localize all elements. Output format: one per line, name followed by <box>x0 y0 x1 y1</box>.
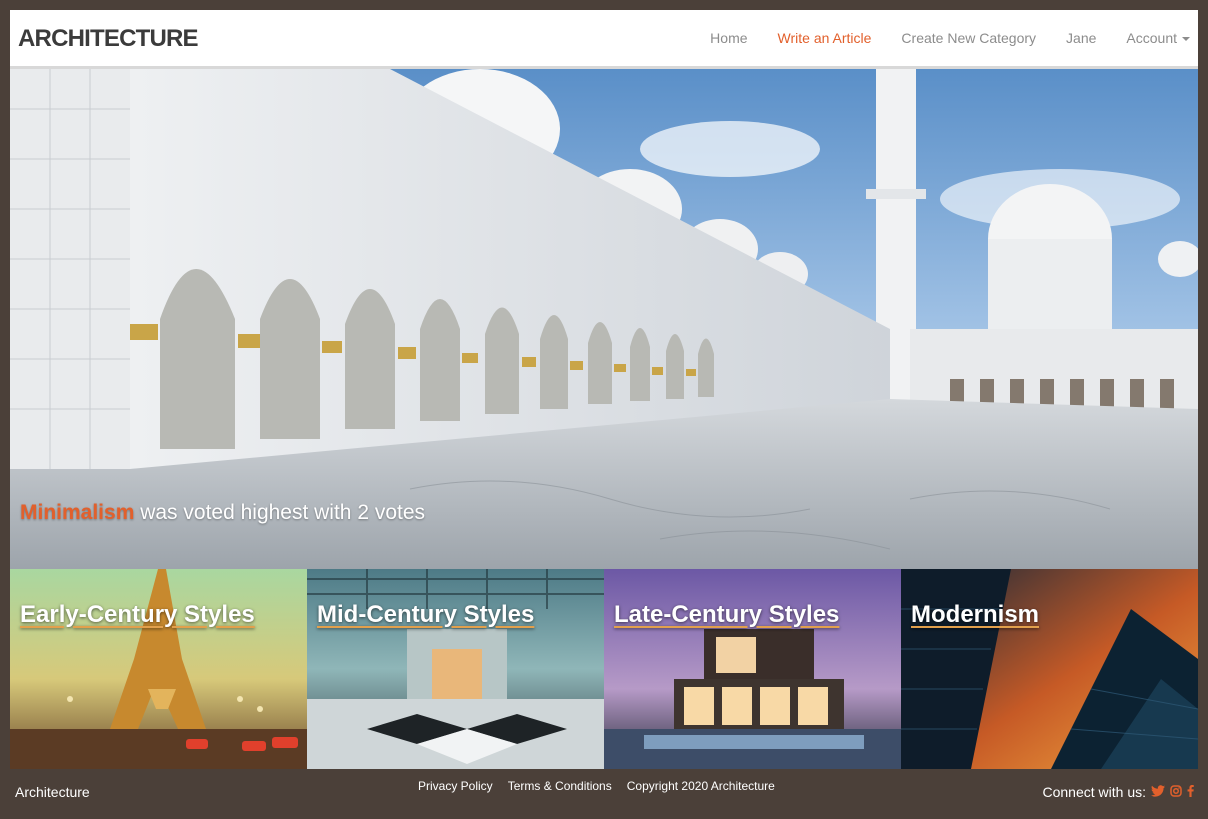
footer: Architecture Privacy Policy Terms & Cond… <box>0 769 1208 819</box>
nav-write-article-link[interactable]: Write an Article <box>778 30 872 46</box>
category-card-mid-century[interactable]: Mid-Century Styles <box>307 569 604 769</box>
nav-create-category-link[interactable]: Create New Category <box>901 30 1036 46</box>
nav-account-label: Account <box>1126 30 1177 46</box>
winning-category[interactable]: Minimalism <box>20 501 134 524</box>
hero-banner: Minimalism was voted highest with 2 vote… <box>10 69 1198 569</box>
category-title[interactable]: Late-Century Styles <box>614 601 839 629</box>
brand-logo[interactable]: ARCHITECTURE <box>18 10 199 68</box>
eiffel-tower-image <box>10 569 307 769</box>
twitter-icon[interactable] <box>1151 784 1165 800</box>
modern-house-image <box>604 569 901 769</box>
category-card-modernism[interactable]: Modernism <box>901 569 1198 769</box>
atrium-image <box>307 569 604 769</box>
hero-caption: Minimalism was voted highest with 2 vote… <box>20 501 425 525</box>
connect-label: Connect with us: <box>1042 784 1147 800</box>
facebook-icon[interactable] <box>1187 784 1194 800</box>
category-cards: Early-Century Styles Mid-Century Styles … <box>10 569 1198 769</box>
skyscrapers-image <box>901 569 1198 769</box>
nav-home-link[interactable]: Home <box>710 30 747 46</box>
navbar: ARCHITECTURE Home Write an Article Creat… <box>10 10 1198 69</box>
footer-brand[interactable]: Architecture <box>15 784 90 800</box>
nav-user-link[interactable]: Jane <box>1066 30 1096 46</box>
category-title[interactable]: Early-Century Styles <box>20 601 255 629</box>
caret-down-icon <box>1182 37 1190 42</box>
nav-links: Home Write an Article Create New Categor… <box>680 10 1190 66</box>
nav-account-dropdown[interactable]: Account <box>1126 30 1190 46</box>
privacy-policy-link[interactable]: Privacy Policy <box>418 779 493 793</box>
category-card-early-century[interactable]: Early-Century Styles <box>10 569 307 769</box>
terms-conditions-link[interactable]: Terms & Conditions <box>508 779 612 793</box>
hero-caption-text: was voted highest with 2 votes <box>134 501 426 524</box>
instagram-icon[interactable] <box>1170 784 1182 800</box>
hero-image <box>10 69 1198 569</box>
social-links: Connect with us: <box>1043 784 1195 800</box>
category-title[interactable]: Modernism <box>911 601 1039 629</box>
category-title[interactable]: Mid-Century Styles <box>317 601 534 629</box>
footer-links: Privacy Policy Terms & Conditions Copyri… <box>418 779 775 793</box>
category-card-late-century[interactable]: Late-Century Styles <box>604 569 901 769</box>
copyright-text: Copyright 2020 Architecture <box>626 779 775 793</box>
